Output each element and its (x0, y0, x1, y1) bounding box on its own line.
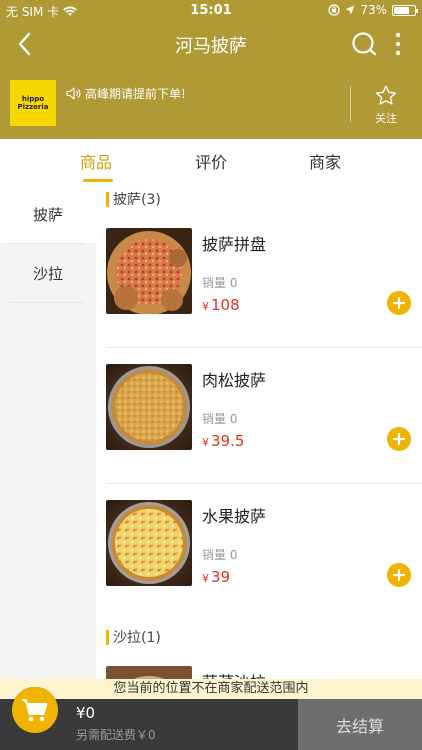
currency-symbol: ¥ (202, 572, 209, 585)
add-to-cart-button[interactable] (387, 291, 411, 315)
pork-floss-pizza-image (106, 364, 192, 450)
location-arrow-icon (345, 5, 355, 15)
search-icon[interactable] (350, 30, 378, 58)
tab-reviews[interactable]: 评价 (195, 149, 227, 173)
tab-active-indicator (83, 179, 113, 182)
product-image[interactable] (106, 364, 192, 450)
product-name: 肉松披萨 (202, 371, 267, 390)
shop-bar: hippo Pizzeria 高峰期请提前下单! 关注 (0, 76, 422, 136)
product-image[interactable] (106, 228, 192, 314)
product-name: 蔬菜沙拉 (202, 669, 266, 679)
product-image[interactable] (106, 500, 192, 586)
product-price: ¥39 (202, 568, 230, 586)
product-name: 水果披萨 (202, 507, 267, 526)
status-bar: 无 SIM 卡 15:01 73% (0, 0, 422, 22)
price-value: 39 (211, 568, 231, 586)
shop-logo-text: hippo Pizzeria (17, 95, 48, 111)
product-sales: 销量 0 (202, 548, 238, 562)
tab-bar: 商品 评价 商家 (0, 139, 422, 185)
section-header-pizza: 披萨(3) (106, 189, 161, 209)
plus-icon (393, 297, 405, 309)
product-image[interactable] (106, 666, 192, 679)
sidebar-item-salad[interactable]: 沙拉 (0, 244, 96, 302)
tab-merchant[interactable]: 商家 (309, 149, 341, 173)
sidebar-divider (10, 302, 84, 303)
fruit-pizza-image (106, 500, 192, 586)
plus-icon (393, 433, 405, 445)
section-title: 沙拉(1) (113, 630, 161, 646)
plus-icon (393, 569, 405, 581)
product-divider (106, 483, 422, 484)
section-title: 披萨(3) (113, 192, 161, 208)
product-item[interactable]: 蔬菜沙拉 (96, 649, 422, 679)
product-item[interactable]: 肉松披萨 销量 0 ¥39.5 (96, 347, 422, 483)
shop-logo[interactable]: hippo Pizzeria (10, 80, 56, 126)
delivery-fee: 另需配送费￥0 (76, 728, 156, 742)
price-value: 108 (211, 296, 240, 314)
section-header-salad: 沙拉(1) (106, 627, 161, 647)
battery-fill (394, 6, 409, 14)
currency-symbol: ¥ (202, 436, 209, 449)
checkout-button[interactable]: 去结算 (298, 699, 422, 750)
product-item[interactable]: 水果披萨 销量 0 ¥39 (96, 483, 422, 619)
sidebar-item-label: 沙拉 (32, 264, 63, 283)
currency-symbol: ¥ (202, 300, 209, 313)
product-name: 披萨拼盘 (202, 235, 267, 254)
product-item[interactable]: 披萨拼盘 销量 0 ¥108 (96, 211, 422, 347)
more-vertical-icon[interactable] (388, 30, 408, 58)
cart-total: ¥0 (76, 704, 96, 722)
product-price: ¥108 (202, 296, 240, 314)
product-list[interactable]: 披萨(3) 披萨拼盘 销量 0 ¥108 肉松披萨 销量 0 ¥ 39.5 水果… (96, 185, 422, 679)
battery-percent: 73% (360, 3, 387, 17)
shop-notice: 高峰期请提前下单! (66, 85, 186, 102)
product-price: ¥39.5 (202, 432, 244, 450)
sidebar-item-label: 披萨 (32, 205, 63, 224)
follow-button[interactable]: 关注 (363, 85, 409, 126)
salad-image (106, 666, 192, 679)
header: 无 SIM 卡 15:01 73% 河马披萨 hippo Pizzeria 高峰… (0, 0, 422, 139)
price-value: 39.5 (211, 432, 245, 450)
product-sales: 销量 0 (202, 276, 238, 290)
shopping-cart-icon (22, 699, 48, 722)
pizza-platter-image (106, 228, 192, 314)
logo-line-2: Pizzeria (17, 103, 49, 111)
status-right: 73% (328, 3, 418, 17)
nav-bar: 河马披萨 (0, 22, 422, 66)
shop-divider (350, 86, 351, 122)
section-accent-bar (106, 629, 109, 645)
shop-notice-text: 高峰期请提前下单! (85, 87, 186, 101)
add-to-cart-button[interactable] (387, 563, 411, 587)
category-sidebar: 披萨 沙拉 (0, 185, 96, 679)
battery-icon (392, 4, 418, 16)
orientation-lock-icon (328, 4, 340, 16)
delivery-range-notice: 您当前的位置不在商家配送范围内 (0, 679, 422, 699)
speaker-icon (66, 87, 81, 100)
sidebar-item-pizza[interactable]: 披萨 (0, 185, 96, 243)
tab-products[interactable]: 商品 (80, 149, 112, 173)
section-accent-bar (106, 191, 109, 207)
add-to-cart-button[interactable] (387, 427, 411, 451)
follow-label: 关注 (375, 112, 397, 125)
product-divider (106, 347, 422, 348)
product-sales: 销量 0 (202, 412, 238, 426)
logo-line-1: hippo (21, 95, 45, 103)
star-icon (375, 85, 397, 105)
cart-button[interactable] (12, 687, 58, 733)
